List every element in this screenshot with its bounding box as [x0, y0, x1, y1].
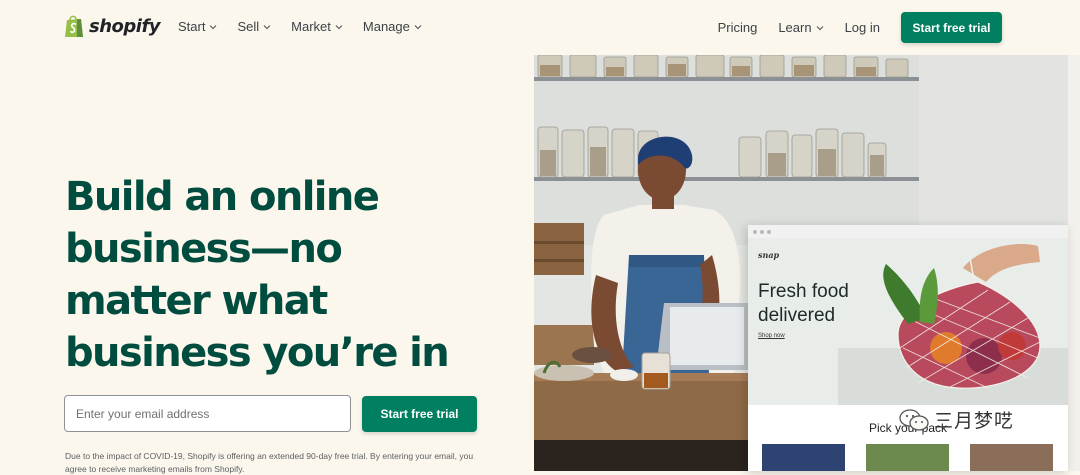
- mockup-brand-logo: snap: [758, 250, 780, 260]
- storefront-mockup: snap Fresh food delivered Shop now Pick …: [748, 225, 1068, 471]
- email-input[interactable]: [64, 395, 351, 432]
- nav-market-menu[interactable]: Market: [291, 19, 343, 34]
- nav-market-label: Market: [291, 19, 331, 34]
- nav-sell-menu[interactable]: Sell: [237, 19, 271, 34]
- product-thumbnail[interactable]: [866, 444, 949, 471]
- nav-start-label: Start: [178, 19, 206, 34]
- nav-sell-label: Sell: [237, 19, 260, 34]
- nav-start-trial-button[interactable]: Start free trial: [901, 12, 1002, 43]
- wechat-watermark: 三月梦呓: [898, 406, 1014, 433]
- primary-nav: Start Sell Market Manage: [178, 19, 442, 34]
- chevron-down-icon: [335, 24, 343, 29]
- nav-login-link[interactable]: Log in: [845, 20, 880, 35]
- mockup-hero-title: Fresh food delivered: [758, 281, 849, 326]
- secondary-nav: Pricing Learn Log in Start free trial: [718, 12, 1002, 43]
- product-thumbnail[interactable]: [762, 444, 845, 471]
- chevron-down-icon: [263, 24, 271, 29]
- wechat-icon: [899, 408, 929, 431]
- top-navigation: shopify Start Sell Market Manage Pricing…: [0, 0, 1080, 55]
- mockup-hero-banner: snap Fresh food delivered Shop now: [748, 238, 1068, 405]
- chevron-down-icon: [210, 24, 217, 29]
- logo-wordmark: shopify: [89, 15, 161, 37]
- window-dot-icon: [767, 229, 771, 234]
- page-edge-strip: [1068, 55, 1080, 471]
- trial-disclaimer: Due to the impact of COVID-19, Shopify i…: [65, 451, 474, 474]
- nav-pricing-link[interactable]: Pricing: [718, 20, 758, 35]
- shopping-bag-icon: [65, 15, 83, 37]
- window-dot-icon: [760, 229, 764, 234]
- window-dot-icon: [753, 229, 757, 234]
- chevron-down-icon: [414, 24, 422, 29]
- nav-manage-label: Manage: [362, 19, 410, 34]
- shopify-logo[interactable]: shopify: [64, 14, 161, 38]
- product-thumbnail[interactable]: [970, 444, 1053, 471]
- mockup-shop-now-link[interactable]: Shop now: [758, 333, 785, 339]
- watermark-text: 三月梦呓: [934, 411, 1015, 432]
- hero-headline: Build an online business—no matter what …: [65, 174, 450, 376]
- nav-start-menu[interactable]: Start: [178, 19, 217, 34]
- browser-chrome-bar: [748, 225, 1068, 238]
- chevron-down-icon: [816, 25, 824, 30]
- nav-learn-menu[interactable]: Learn: [778, 20, 824, 35]
- nav-manage-menu[interactable]: Manage: [363, 19, 422, 34]
- hero-start-trial-button[interactable]: Start free trial: [362, 396, 477, 432]
- nav-learn-label: Learn: [778, 20, 812, 35]
